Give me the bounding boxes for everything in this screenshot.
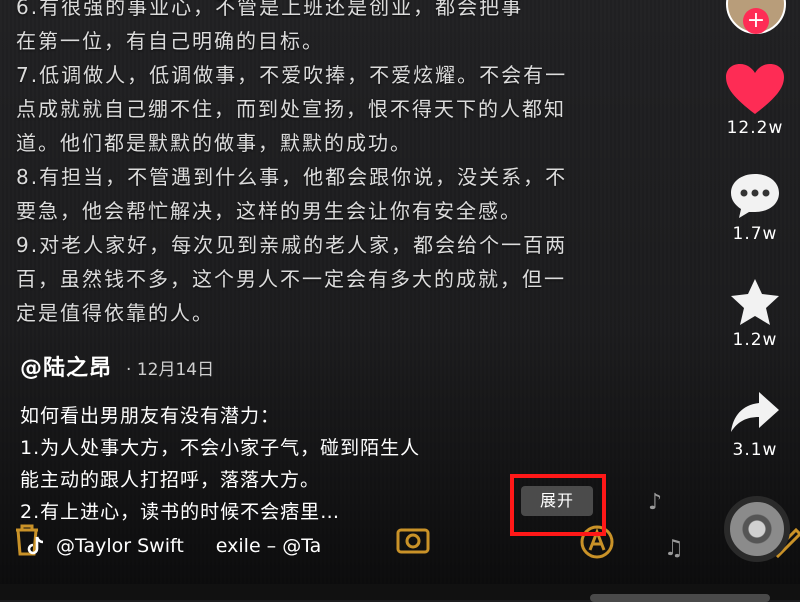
comment-count: 1.7w	[732, 224, 778, 244]
video-text-line: 6.有很强的事业心，不管是上班还是创业，都会把事	[16, 0, 524, 19]
video-text-line: 7.低调做人，低调做事，不爱吹捧，不爱炫耀。不会有一	[16, 63, 568, 87]
douyin-logo-icon	[27, 536, 44, 555]
comment-button[interactable]: 1.7w	[710, 170, 800, 244]
home-indicator[interactable]	[590, 594, 770, 602]
video-text-line: 百，虽然钱不多，这个男人不一定会有多大的成就，但一	[16, 267, 566, 291]
video-text-line: 道。他们都是默默的做事，默默的成功。	[16, 131, 412, 155]
share-count: 3.1w	[732, 440, 778, 460]
like-count: 12.2w	[726, 118, 784, 138]
video-text-line: 点成就就自己绷不住，而到处宣扬，恨不得天下的人都知	[16, 97, 566, 121]
expand-button[interactable]: 展开	[521, 486, 593, 516]
caption-line: 1.为人处事大方，不会小家子气，碰到陌生人	[20, 437, 421, 459]
music-note-icon: ♫	[664, 536, 684, 561]
heart-icon	[726, 64, 784, 114]
music-track: exile – @Ta	[215, 535, 322, 557]
like-button[interactable]: 12.2w	[710, 62, 800, 138]
music-disc[interactable]	[724, 496, 790, 562]
video-text-line: 9.对老人家好，每次见到亲戚的老人家，都会给个一百两	[16, 233, 568, 257]
post-date: · 12月14日	[126, 360, 215, 380]
video-overlay-text: 6.有很强的事业心，不管是上班还是创业，都会把事 在第一位，有自己明确的目标。 …	[16, 0, 786, 330]
action-sidebar: + 12.2w 1.7w 1.2w 3.1w	[710, 0, 800, 600]
comment-icon	[731, 174, 779, 218]
caption-line: 如何看出男朋友有没有潜力：	[20, 405, 281, 427]
video-text-line: 在第一位，有自己明确的目标。	[16, 29, 324, 53]
video-text-line: 要急，他会帮忙解决，这样的男生会让你有安全感。	[16, 199, 522, 223]
favorite-button[interactable]: 1.2w	[710, 276, 800, 350]
video-text-line: 定是值得依靠的人。	[16, 301, 214, 325]
star-icon	[731, 279, 779, 325]
favorite-count: 1.2w	[732, 330, 778, 350]
music-artist: @Taylor Swift	[56, 535, 184, 557]
follow-button[interactable]: +	[743, 8, 769, 34]
share-arrow-icon	[731, 392, 779, 432]
author-name[interactable]: @陆之昂	[20, 350, 112, 382]
share-button[interactable]: 3.1w	[710, 386, 800, 460]
music-info[interactable]: @Taylor Swift exile – @Ta	[24, 534, 321, 558]
video-text-line: 8.有担当，不管遇到什么事，他都会跟你说，没关系，不	[16, 165, 568, 189]
music-note-icon: ♪	[648, 490, 663, 515]
